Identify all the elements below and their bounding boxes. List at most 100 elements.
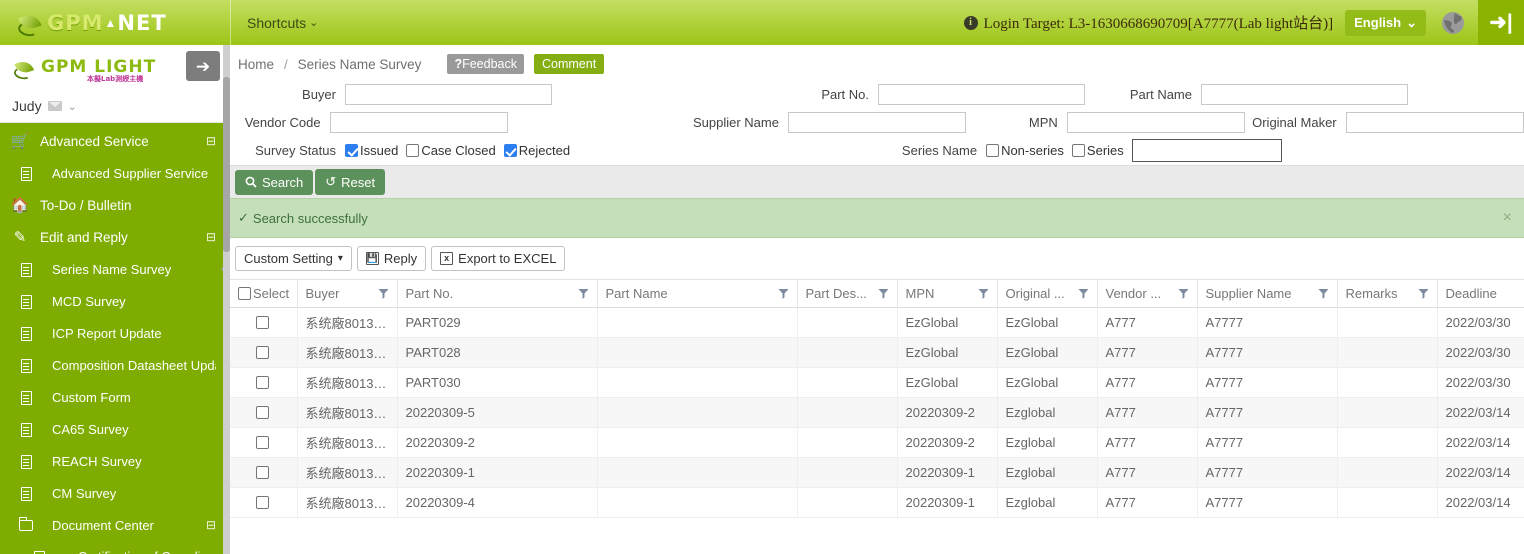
language-selector[interactable]: English ⌄	[1345, 9, 1426, 36]
export-excel-button[interactable]: x Export to EXCEL	[431, 246, 566, 271]
row-select-checkbox[interactable]	[255, 316, 269, 329]
sidebar-item-cm-survey[interactable]: CM Survey	[0, 477, 230, 509]
table-row[interactable]: 系统廠8013--... 20220309-2 20220309-2 Ezglobal…	[230, 427, 1524, 458]
filter-icon[interactable]	[878, 288, 889, 299]
collapse-toggle-icon[interactable]: ⊟	[206, 134, 216, 148]
cell-remarks	[1337, 307, 1438, 338]
sidebar-item-advanced-service[interactable]: 🛒 Advanced Service ⊟	[0, 125, 230, 157]
status-rejected-checkbox[interactable]	[503, 144, 517, 157]
row-select-checkbox[interactable]	[255, 436, 269, 449]
column-header-deadline[interactable]: Deadline	[1437, 280, 1524, 308]
gpm-net-logo[interactable]: GPM ▲ NET	[0, 0, 230, 45]
column-header-original[interactable]: Original ...	[997, 280, 1098, 308]
feedback-button[interactable]: ?Feedback	[447, 54, 524, 74]
non-series-checkbox[interactable]	[986, 144, 1000, 157]
column-header-vendor[interactable]: Vendor ...	[1097, 280, 1198, 308]
reset-button[interactable]: ↺ Reset	[315, 169, 386, 195]
sidebar-collapse-button[interactable]: ➔	[186, 51, 220, 81]
filter-icon[interactable]	[1078, 288, 1089, 299]
custom-setting-button[interactable]: Custom Setting ▾	[235, 246, 352, 271]
sidebar-item-mcd-survey[interactable]: MCD Survey	[0, 285, 230, 317]
part-no-input[interactable]	[878, 84, 1085, 105]
logout-button[interactable]: ➜|	[1478, 0, 1524, 45]
series-label[interactable]: Series	[1087, 143, 1124, 158]
non-series-label[interactable]: Non-series	[1001, 143, 1064, 158]
mpn-input[interactable]	[1066, 112, 1246, 133]
part-name-input[interactable]	[1201, 84, 1408, 105]
mail-icon	[47, 101, 62, 111]
collapse-toggle-icon[interactable]: ⊟	[206, 230, 216, 244]
table-row[interactable]: 系统廠8013--... 20220309-1 20220309-1 Ezglobal…	[230, 457, 1524, 488]
sidebar-scrollbar[interactable]	[223, 45, 230, 554]
table-body: 系统廠8013--... PART029 EzGlobal EzGlobal A777 A…	[230, 307, 1524, 518]
series-checkbox[interactable]	[1071, 144, 1085, 157]
user-menu[interactable]: Judy ⌄	[0, 90, 230, 123]
table-header-row: Select Buyer Part No. Part Name Part Des... M…	[230, 280, 1524, 308]
filter-icon[interactable]	[578, 288, 589, 299]
column-header-remarks[interactable]: Remarks	[1337, 280, 1438, 308]
collapse-toggle-icon[interactable]: ⊟	[206, 518, 216, 532]
leaf-logo-icon	[14, 58, 36, 77]
comment-button[interactable]: Comment	[533, 54, 605, 74]
cell-mpn: 20220309-2	[897, 397, 998, 428]
column-header-part-no[interactable]: Part No.	[397, 280, 598, 308]
filter-icon[interactable]	[978, 288, 989, 299]
sidebar-item-icp-report-update[interactable]: ICP Report Update	[0, 317, 230, 349]
status-issued-label[interactable]: Issued	[360, 143, 398, 158]
document-icon	[20, 262, 32, 277]
form-row-1: Buyer Part No. Part Name	[230, 81, 1524, 108]
table-row[interactable]: 系统廠8013--... PART029 EzGlobal EzGlobal A777 A…	[230, 307, 1524, 338]
cell-part-des	[797, 487, 898, 518]
row-select-checkbox[interactable]	[255, 496, 269, 509]
alert-close-icon[interactable]: ×	[1503, 209, 1512, 227]
sidebar-item-document-center[interactable]: Document Center ⊟	[0, 509, 230, 541]
table-row[interactable]: 系统廠8013--... 20220309-5 20220309-2 Ezglobal…	[230, 397, 1524, 428]
sidebar-item-to-do-bulletin[interactable]: 🏠 To-Do / Bulletin	[0, 189, 230, 221]
shortcuts-label: Shortcuts	[247, 14, 307, 31]
sidebar-item-composition-datasheet-update[interactable]: Composition Datasheet Update	[0, 349, 230, 381]
column-header-mpn[interactable]: MPN	[897, 280, 998, 308]
column-header-supplier-name[interactable]: Supplier Name	[1197, 280, 1338, 308]
select-all-checkbox[interactable]	[238, 287, 251, 300]
series-name-input[interactable]	[1131, 139, 1282, 162]
table-row[interactable]: 系统廠8013--... PART030 EzGlobal EzGlobal A777 A…	[230, 367, 1524, 398]
row-select-checkbox[interactable]	[255, 466, 269, 479]
status-rejected-label[interactable]: Rejected	[519, 143, 570, 158]
sidebar-item-ca65-survey[interactable]: CA65 Survey	[0, 413, 230, 445]
shortcuts-menu[interactable]: Shortcuts ⌄	[231, 0, 334, 45]
table-row[interactable]: 系统廠8013--... PART028 EzGlobal EzGlobal A777 A…	[230, 337, 1524, 368]
header-right-group: i Login Target: L3-1630668690709[A7777(L…	[963, 0, 1524, 45]
sidebar-item-certification-of-compliance[interactable]: Certification of Compliance	[0, 541, 230, 554]
row-select-checkbox[interactable]	[255, 346, 269, 359]
sidebar-item-custom-form[interactable]: Custom Form	[0, 381, 230, 413]
filter-icon[interactable]	[778, 288, 789, 299]
breadcrumb-home[interactable]: Home	[238, 57, 274, 72]
filter-icon[interactable]	[1318, 288, 1329, 299]
globe-icon[interactable]	[1440, 10, 1466, 36]
reply-button[interactable]: 💾 Reply	[356, 246, 427, 271]
status-case-closed-label[interactable]: Case Closed	[421, 143, 495, 158]
filter-icon[interactable]	[378, 288, 389, 299]
main-content: Home / Series Name Survey ?Feedback Comm…	[230, 45, 1524, 554]
filter-icon[interactable]	[1418, 288, 1429, 299]
column-header-buyer[interactable]: Buyer	[297, 280, 398, 308]
column-header-part-des[interactable]: Part Des...	[797, 280, 898, 308]
buyer-input[interactable]	[345, 84, 552, 105]
table-row[interactable]: 系统廠8013--... 20220309-4 20220309-1 Ezglobal…	[230, 487, 1524, 518]
filter-icon[interactable]	[1178, 288, 1189, 299]
sidebar-item-advanced-supplier-service[interactable]: Advanced Supplier Service	[0, 157, 230, 189]
supplier-name-input[interactable]	[787, 112, 967, 133]
sidebar-item-series-name-survey[interactable]: Series Name Survey	[0, 253, 230, 285]
row-select-checkbox[interactable]	[255, 406, 269, 419]
cell-original: EzGlobal	[997, 307, 1098, 338]
status-issued-checkbox[interactable]	[345, 144, 358, 157]
column-header-part-name[interactable]: Part Name	[597, 280, 798, 308]
row-select-checkbox[interactable]	[255, 376, 269, 389]
form-row-3: Survey Status Issued Case Closed Rejecte…	[230, 137, 1524, 164]
vendor-code-input[interactable]	[329, 112, 508, 133]
sidebar-item-reach-survey[interactable]: REACH Survey	[0, 445, 230, 477]
original-maker-input[interactable]	[1345, 112, 1524, 133]
status-case-closed-checkbox[interactable]	[406, 144, 420, 157]
sidebar-item-edit-and-reply[interactable]: ✎ Edit and Reply ⊟	[0, 221, 230, 253]
search-button[interactable]: Search	[235, 169, 314, 195]
